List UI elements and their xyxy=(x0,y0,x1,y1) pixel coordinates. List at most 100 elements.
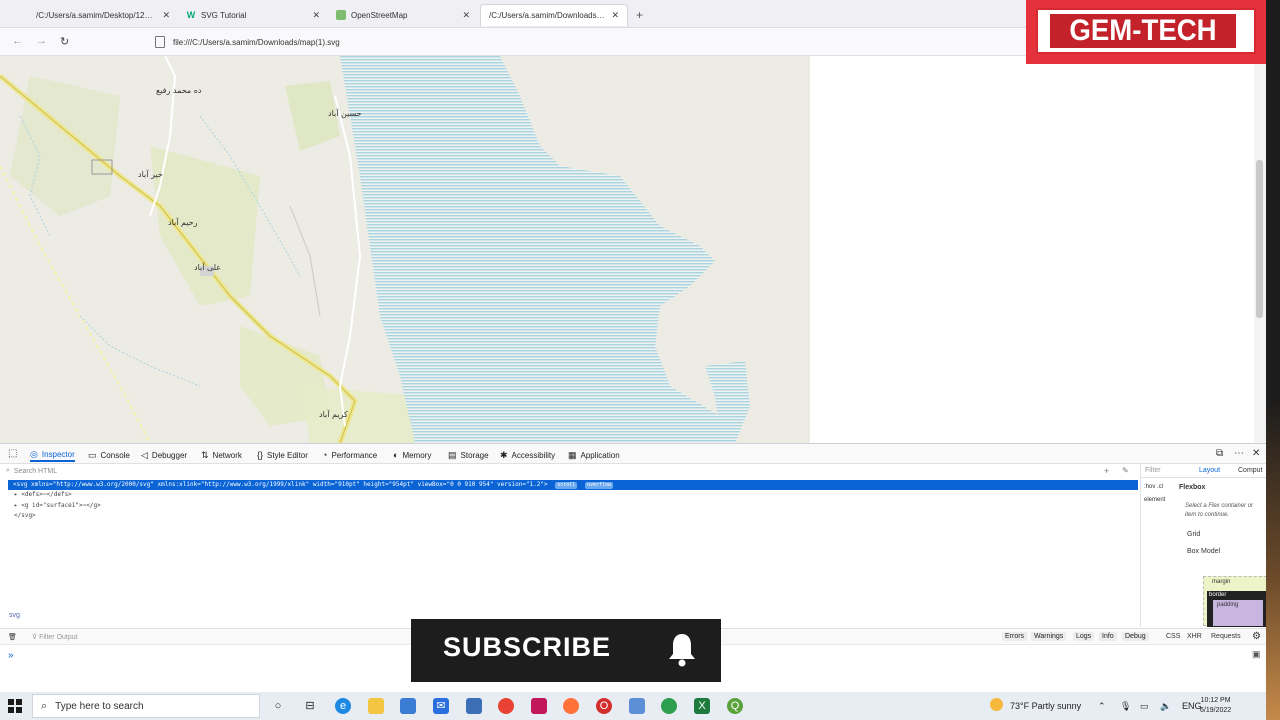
chrome-icon[interactable] xyxy=(498,698,514,714)
volume-icon[interactable]: 🔈 xyxy=(1160,701,1171,712)
task-view-icon[interactable]: ⊟ xyxy=(302,698,318,714)
file-explorer-icon[interactable] xyxy=(368,698,384,714)
tab-debugger[interactable]: ◁ Debugger xyxy=(141,448,187,462)
back-arrow-icon[interactable]: ← xyxy=(12,35,23,47)
split-console-icon[interactable]: ▣ xyxy=(1252,649,1261,660)
application-icon: ▦ xyxy=(568,449,577,460)
trash-icon[interactable]: 🗑 xyxy=(8,633,17,641)
dock-icon[interactable]: ⧉ xyxy=(1216,448,1223,459)
new-tab-button[interactable]: + xyxy=(636,8,643,22)
chevron-up-icon[interactable]: ⌃ xyxy=(1098,701,1106,712)
app-green-icon[interactable] xyxy=(661,698,677,714)
scrollbar-thumb[interactable] xyxy=(1256,160,1263,318)
browser-tab-active[interactable]: /C:/Users/a.samim/Downloads/ma ✕ xyxy=(480,4,628,26)
reload-icon[interactable]: ↻ xyxy=(60,35,69,48)
console-prompt[interactable]: » xyxy=(8,650,14,661)
tab-network[interactable]: ⇅ Network xyxy=(201,448,242,462)
filter-output-placeholder: Filter Output xyxy=(39,634,78,641)
more-options-icon[interactable]: ⋯ xyxy=(1234,448,1244,459)
element-picker-icon[interactable]: ⬚ xyxy=(8,448,17,459)
filter-requests[interactable]: Requests xyxy=(1211,633,1241,640)
tab-performance[interactable]: ◔ Performance xyxy=(322,448,377,462)
filter-warnings[interactable]: Warnings xyxy=(1031,632,1067,641)
tab-inspector[interactable]: ◎ Inspector xyxy=(30,448,75,462)
notepad-icon[interactable] xyxy=(629,698,645,714)
overflow-badge[interactable]: overflow xyxy=(584,482,614,489)
browser-tab[interactable]: /C:/Users/a.samim/Desktop/12358 ✕ xyxy=(28,4,178,26)
padding-box: padding xyxy=(1213,600,1263,626)
language-indicator[interactable]: ENG xyxy=(1182,701,1202,711)
subscribe-banner[interactable]: SUBSCRIBE xyxy=(411,619,721,682)
weather-icon xyxy=(990,698,1003,711)
forward-arrow-icon[interactable]: → xyxy=(36,35,47,47)
logo-frame: GEM-TECH xyxy=(1036,8,1256,54)
tab-layout[interactable]: Layout xyxy=(1199,467,1220,474)
taskbar-search-field[interactable]: ⌕ Type here to search xyxy=(32,694,260,718)
excel-icon[interactable]: X xyxy=(694,698,710,714)
search-icon: ⌕ xyxy=(41,699,48,712)
grid-section[interactable]: Grid xyxy=(1187,531,1200,538)
node-breadcrumb[interactable]: svg xyxy=(9,612,20,619)
filter-css[interactable]: CSS xyxy=(1166,633,1180,640)
close-devtools-icon[interactable]: ✕ xyxy=(1252,448,1260,459)
add-node-icon[interactable]: + xyxy=(1104,466,1109,476)
filter-xhr[interactable]: XHR xyxy=(1187,633,1202,640)
close-icon[interactable]: ✕ xyxy=(462,10,470,21)
border-box: border padding xyxy=(1207,591,1267,627)
markup-node-g[interactable]: ▸ <g id="surface1">⋯</g> xyxy=(14,501,101,511)
close-icon[interactable]: ✕ xyxy=(312,10,320,21)
browser-tab[interactable]: W SVG Tutorial ✕ xyxy=(178,4,328,26)
filter-styles-input[interactable]: Filter xyxy=(1145,467,1161,474)
filter-logs[interactable]: Logs xyxy=(1073,632,1095,641)
close-icon[interactable]: ✕ xyxy=(162,10,170,21)
tab-application[interactable]: ▦ Application xyxy=(568,448,620,462)
edge-icon[interactable]: e xyxy=(335,698,351,714)
tab-computed[interactable]: Comput xyxy=(1238,467,1263,474)
debugger-icon: ◁ xyxy=(141,449,148,460)
qgis-icon[interactable]: Q xyxy=(727,698,743,714)
opera-icon[interactable]: O xyxy=(596,698,612,714)
margin-label: margin xyxy=(1212,579,1231,585)
network-tray-icon[interactable]: ▭ xyxy=(1140,701,1149,712)
media-icon[interactable] xyxy=(531,698,547,714)
tab-label: Performance xyxy=(331,450,378,460)
tab-style-editor[interactable]: {} Style Editor xyxy=(257,448,308,462)
logo-text: GEM-TECH xyxy=(1069,14,1217,47)
weather-text[interactable]: 73°F Partly sunny xyxy=(1010,701,1081,711)
scroll-badge[interactable]: scroll xyxy=(555,482,578,489)
filter-errors[interactable]: Errors xyxy=(1002,632,1028,641)
memory-icon: ◐ xyxy=(393,450,399,460)
browser-tab[interactable]: OpenStreetMap ✕ xyxy=(328,4,478,26)
gear-icon[interactable]: ⚙ xyxy=(1252,631,1261,642)
flexbox-section[interactable]: Flexbox xyxy=(1179,484,1205,491)
map-svg[interactable]: ده محمد رفیع حسین آباد خیر آباد رحیم آبا… xyxy=(0,56,810,443)
filter-info[interactable]: Info xyxy=(1099,632,1117,641)
logo-box: GEM-TECH xyxy=(1050,14,1236,48)
markup-node-selected[interactable]: <svg xmlns="http://www.w3.org/2000/svg" … xyxy=(8,480,1138,490)
close-icon[interactable]: ✕ xyxy=(611,10,619,21)
search-html-field[interactable]: ⌕ Search HTML xyxy=(6,467,57,475)
filter-output-input[interactable]: ⊽ Filter Output xyxy=(32,633,78,641)
box-model-section[interactable]: Box Model xyxy=(1187,548,1220,555)
eyedropper-icon[interactable]: ✎ xyxy=(1122,466,1129,475)
filter-debug[interactable]: Debug xyxy=(1122,632,1149,641)
firefox-icon[interactable] xyxy=(563,698,579,714)
page-scrollbar[interactable] xyxy=(1254,56,1266,443)
microphone-icon[interactable]: 🎙 xyxy=(1120,701,1131,712)
clock[interactable]: 10:12 PM 6/19/2022 xyxy=(1200,696,1231,716)
cortana-icon[interactable]: ○ xyxy=(270,698,286,714)
windows-start-icon[interactable] xyxy=(8,699,22,713)
tab-storage[interactable]: ▤ Storage xyxy=(448,448,489,462)
tab-console[interactable]: ▭ Console xyxy=(88,448,130,462)
page-icon xyxy=(155,36,165,48)
tab-label: Style Editor xyxy=(267,450,308,460)
app-icon[interactable] xyxy=(466,698,482,714)
tab-memory[interactable]: ◐ Memory xyxy=(393,448,431,462)
markup-node-defs[interactable]: ▸ <defs>⋯</defs> xyxy=(14,490,72,500)
markup-node-close[interactable]: </svg> xyxy=(14,511,36,521)
store-icon[interactable] xyxy=(400,698,416,714)
pseudo-class-toggles[interactable]: :hov .cl xyxy=(1144,484,1163,490)
mail-icon[interactable]: ✉ xyxy=(433,698,449,714)
tab-accessibility[interactable]: ✱ Accessibility xyxy=(500,448,555,462)
url-bar[interactable]: file:///C:/Users/a.samim/Downloads/map(1… xyxy=(155,33,1015,51)
